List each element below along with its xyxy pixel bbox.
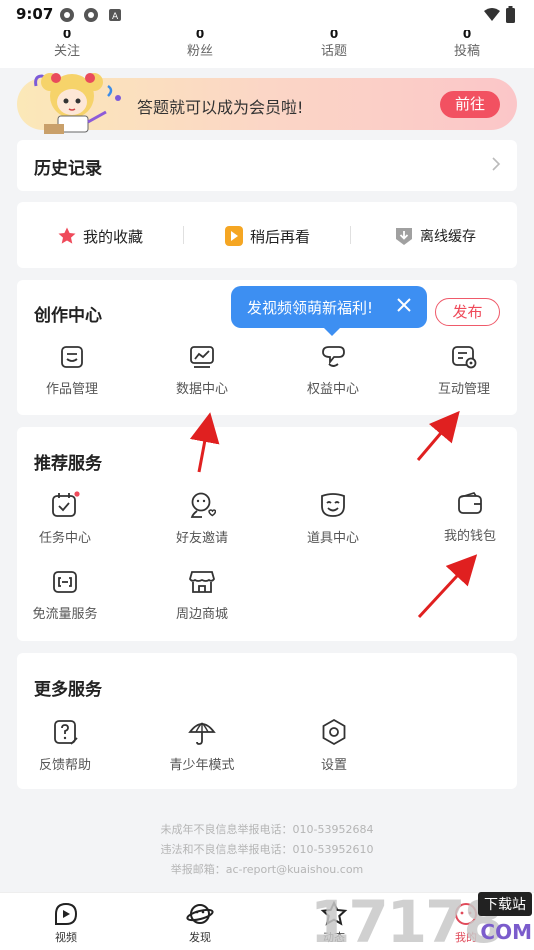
feedback-label: 反馈帮助 bbox=[38, 758, 91, 773]
quick-actions-card: 我的收藏 稍后再看 离线缓存 bbox=[17, 202, 517, 268]
more-title: 更多服务 bbox=[34, 680, 102, 700]
publish-tooltip[interactable]: 发视频领萌新福利! bbox=[231, 286, 427, 336]
stat-posts[interactable]: 0 投稿 bbox=[422, 30, 512, 59]
download-icon bbox=[396, 228, 412, 245]
stat-following[interactable]: 0 关注 bbox=[22, 30, 112, 59]
stat-fans[interactable]: 0 粉丝 bbox=[155, 30, 245, 59]
stat-label: 粉丝 bbox=[186, 44, 213, 59]
data-center[interactable]: 数据中心 bbox=[147, 344, 257, 397]
stat-count: 0 bbox=[62, 30, 72, 38]
watermark-domain: COM bbox=[480, 920, 532, 944]
mascot-illustration bbox=[28, 66, 124, 142]
works-label: 作品管理 bbox=[45, 382, 98, 397]
publish-button[interactable]: 发布 bbox=[435, 298, 500, 326]
banner-go-button[interactable]: 前往 bbox=[440, 91, 500, 118]
tab-discover-label: 发现 bbox=[189, 931, 211, 944]
watch-later-button[interactable]: 稍后再看 bbox=[224, 224, 310, 248]
interaction-label: 互动管理 bbox=[437, 382, 490, 397]
rights-center[interactable]: 权益中心 bbox=[278, 344, 388, 397]
stat-topics[interactable]: 0 话题 bbox=[289, 30, 379, 59]
task-center-label: 任务中心 bbox=[38, 531, 91, 546]
props-center[interactable]: 道具中心 bbox=[278, 491, 388, 546]
free-data-service[interactable]: 免流量服务 bbox=[10, 569, 120, 622]
data-center-label: 数据中心 bbox=[175, 382, 228, 397]
settings-hexagon-icon bbox=[322, 718, 346, 746]
chevron-right-icon bbox=[491, 156, 501, 176]
notification-icons: A bbox=[58, 6, 124, 28]
teen-mode[interactable]: 青少年模式 bbox=[147, 718, 257, 773]
report-line-illegal: 违法和不良信息举报电话：010-53952610 bbox=[160, 843, 374, 856]
tab-video[interactable]: 视频 bbox=[26, 901, 106, 945]
status-bar: 9:07 A bbox=[0, 0, 534, 30]
works-management[interactable]: 作品管理 bbox=[17, 344, 127, 397]
sim-card-icon bbox=[53, 571, 77, 593]
report-email: 举报邮箱：ac-report@kuaishou.com bbox=[170, 863, 364, 876]
favorites-label: 我的收藏 bbox=[83, 227, 144, 246]
stat-count: 0 bbox=[462, 30, 472, 38]
my-wallet[interactable]: 我的钱包 bbox=[415, 491, 525, 544]
svg-text:A: A bbox=[112, 12, 119, 22]
watermark-digits: 17178 bbox=[310, 888, 504, 950]
stat-count: 0 bbox=[195, 30, 205, 38]
watch-later-label: 稍后再看 bbox=[250, 227, 311, 246]
stat-label: 投稿 bbox=[453, 44, 480, 59]
stat-label: 话题 bbox=[320, 44, 347, 59]
props-mask-icon bbox=[321, 493, 345, 517]
video-tab-icon bbox=[55, 902, 78, 925]
status-time: 9:07 bbox=[16, 5, 54, 23]
stat-label: 关注 bbox=[53, 44, 80, 59]
profile-stats: 0 关注 0 粉丝 0 话题 0 投稿 bbox=[0, 30, 534, 68]
more-services-card: 更多服务 反馈帮助 青少年模式 设置 bbox=[17, 653, 517, 789]
watermark-site-label: 下载站 bbox=[478, 892, 532, 916]
umbrella-icon bbox=[188, 722, 216, 745]
star-icon bbox=[58, 227, 76, 244]
invite-friend-icon bbox=[190, 492, 216, 518]
invite-friends-label: 好友邀请 bbox=[175, 531, 228, 546]
stat-count: 0 bbox=[329, 30, 339, 38]
history-title: 历史记录 bbox=[34, 159, 102, 179]
data-chart-icon bbox=[190, 346, 214, 368]
rights-label: 权益中心 bbox=[306, 382, 359, 397]
interaction-icon bbox=[452, 346, 477, 369]
divider bbox=[350, 226, 351, 244]
teen-mode-label: 青少年模式 bbox=[169, 758, 235, 773]
rights-icon bbox=[322, 346, 345, 367]
settings-label: 设置 bbox=[320, 758, 347, 773]
offline-cache-label: 离线缓存 bbox=[420, 229, 476, 245]
banner-text: 答题就可以成为会员啦! bbox=[137, 98, 304, 117]
recommend-title: 推荐服务 bbox=[34, 454, 102, 474]
divider bbox=[183, 226, 184, 244]
site-watermark: 17178 下载站 COM bbox=[310, 886, 534, 950]
merch-shop[interactable]: 周边商城 bbox=[147, 569, 257, 622]
tooltip-pointer bbox=[323, 327, 341, 336]
props-center-label: 道具中心 bbox=[306, 531, 359, 546]
creation-title: 创作中心 bbox=[34, 306, 102, 326]
interaction-management[interactable]: 互动管理 bbox=[409, 344, 519, 397]
history-card[interactable]: 历史记录 bbox=[17, 140, 517, 191]
invite-friends[interactable]: 好友邀请 bbox=[147, 491, 257, 546]
offline-cache-button[interactable]: 离线缓存 bbox=[394, 224, 476, 248]
task-center[interactable]: 任务中心 bbox=[10, 491, 120, 546]
report-info-footer: 未成年不良信息举报电话：010-53952684 违法和不良信息举报电话：010… bbox=[0, 820, 534, 880]
favorites-button[interactable]: 我的收藏 bbox=[57, 224, 143, 248]
settings[interactable]: 设置 bbox=[279, 718, 389, 773]
task-calendar-icon bbox=[52, 491, 80, 517]
close-icon[interactable] bbox=[395, 296, 413, 318]
play-later-icon bbox=[225, 226, 243, 246]
shop-icon bbox=[189, 571, 215, 593]
free-data-label: 免流量服务 bbox=[32, 607, 98, 622]
wallet-label: 我的钱包 bbox=[443, 529, 496, 544]
discover-planet-icon bbox=[186, 904, 214, 924]
merch-shop-label: 周边商城 bbox=[175, 607, 228, 622]
wifi-battery-icons bbox=[482, 6, 518, 28]
report-line-minors: 未成年不良信息举报电话：010-53952684 bbox=[160, 823, 374, 836]
feedback-help[interactable]: 反馈帮助 bbox=[10, 718, 120, 773]
tooltip-text: 发视频领萌新福利! bbox=[247, 299, 374, 317]
tab-discover[interactable]: 发现 bbox=[160, 901, 240, 945]
wallet-icon bbox=[458, 492, 482, 514]
feedback-icon bbox=[54, 720, 78, 745]
works-icon bbox=[61, 346, 83, 368]
recommended-services-card: 推荐服务 任务中心 好友邀请 道具中心 我的钱包 免流量服务 周边商城 bbox=[17, 427, 517, 641]
tab-video-label: 视频 bbox=[55, 931, 77, 944]
